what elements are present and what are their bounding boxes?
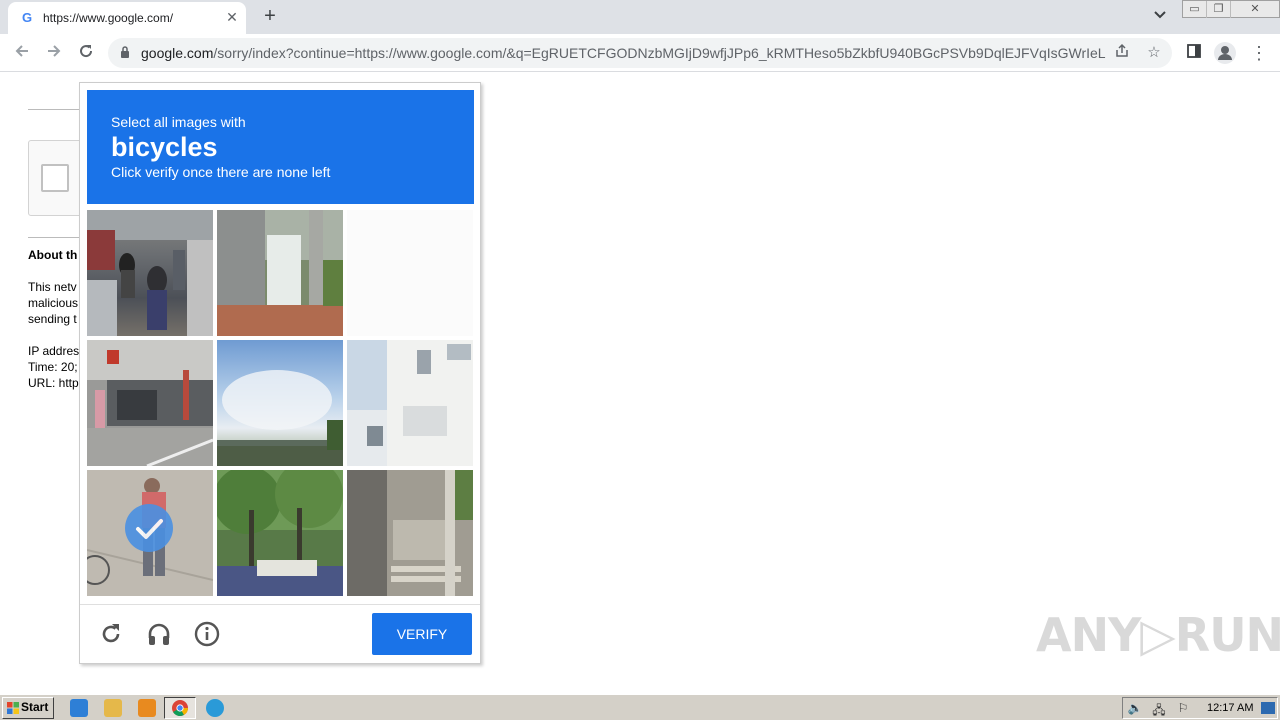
ip-address-line: IP addres <box>28 344 80 358</box>
audio-challenge-headphones-icon[interactable] <box>145 620 173 648</box>
bookmark-star-icon[interactable]: ☆ <box>1144 43 1164 63</box>
browser-tab[interactable]: G https://www.google.com/ ✕ <box>8 2 246 34</box>
recaptcha-challenge: Select all images with bicycles Click ve… <box>79 82 481 664</box>
menu-kebab-icon[interactable]: ⋮ <box>1248 42 1270 64</box>
share-icon[interactable] <box>1112 43 1132 63</box>
clock: 12:17 AM <box>1207 702 1254 714</box>
tab-strip: G https://www.google.com/ ✕ + ▭ ❐ ✕ <box>0 0 1280 34</box>
tab-close-icon[interactable]: ✕ <box>224 9 240 25</box>
recaptcha-checkbox[interactable] <box>41 164 69 192</box>
page-divider-2 <box>28 237 80 238</box>
close-window-icon[interactable]: ✕ <box>1231 1 1279 18</box>
start-button[interactable]: Start <box>2 697 54 719</box>
shop-front-tile[interactable] <box>87 340 213 466</box>
verify-button[interactable]: VERIFY <box>372 613 472 655</box>
chrome-taskbar-button[interactable] <box>164 697 196 719</box>
side-panel-icon[interactable] <box>1183 42 1205 64</box>
system-tray: 🔈 🖧 ⚐ 12:17 AM <box>1122 697 1278 719</box>
anyrun-watermark: ANY▷RUN <box>1036 608 1280 662</box>
lock-icon <box>121 46 129 58</box>
windows-logo-icon <box>7 702 19 714</box>
browser-toolbar: google.com/sorry/index?continue=https://… <box>0 34 1280 72</box>
footer-divider <box>80 604 480 605</box>
restore-icon[interactable]: ❐ <box>1207 1 1231 18</box>
window-controls: ▭ ❐ ✕ <box>1182 0 1280 18</box>
show-desktop-icon[interactable] <box>1261 702 1275 714</box>
challenge-keyword: bicycles <box>111 132 218 162</box>
explorer-folder-icon[interactable] <box>104 699 122 717</box>
about-line-3: sending t <box>28 312 77 326</box>
chrome-icon <box>172 700 188 716</box>
white-building-tile[interactable] <box>347 340 473 466</box>
selected-check-icon <box>125 504 173 552</box>
ie-icon[interactable] <box>70 699 88 717</box>
reload-icon[interactable] <box>75 42 97 64</box>
volume-icon[interactable]: 🔈 <box>1127 701 1143 715</box>
person-sidewalk-tile[interactable] <box>87 470 213 596</box>
media-player-icon[interactable] <box>138 699 156 717</box>
sky-bridge-tile[interactable] <box>217 340 343 466</box>
forward-arrow-icon[interactable] <box>43 42 65 64</box>
address-bar[interactable]: google.com/sorry/index?continue=https://… <box>108 38 1172 68</box>
page-divider <box>28 109 80 110</box>
time-line: Time: 20; <box>28 360 78 374</box>
url-line: URL: http <box>28 376 79 390</box>
stairs-pole-tile[interactable] <box>347 470 473 596</box>
challenge-sub-instruction: Click verify once there are none left <box>111 164 331 180</box>
windows-taskbar: Start 🔈 🖧 ⚐ 12:17 AM <box>0 694 1280 720</box>
tab-title: https://www.google.com/ <box>43 11 174 25</box>
edge-icon[interactable] <box>206 699 224 717</box>
url-text[interactable]: google.com/sorry/index?continue=https://… <box>141 45 1106 61</box>
url-path: /sorry/index?continue=https://www.google… <box>213 45 1106 61</box>
about-line-2: malicious <box>28 296 79 310</box>
minimize-icon[interactable]: ▭ <box>1183 1 1207 18</box>
profile-avatar-icon[interactable] <box>1214 42 1236 64</box>
about-line-1: This netv <box>28 280 77 294</box>
flag-icon[interactable]: ⚐ <box>1175 701 1191 715</box>
network-icon[interactable]: 🖧 <box>1151 701 1167 717</box>
new-tab-button[interactable]: + <box>259 5 281 27</box>
google-favicon-icon: G <box>22 10 33 25</box>
reload-challenge-icon[interactable] <box>97 620 125 648</box>
faded-blank-tile[interactable] <box>347 210 473 336</box>
back-arrow-icon[interactable] <box>11 42 33 64</box>
trees-tile[interactable] <box>217 470 343 596</box>
tab-search-chevron-icon[interactable] <box>1150 8 1170 26</box>
bus-pole-tile[interactable] <box>217 210 343 336</box>
challenge-instruction: Select all images with <box>111 114 246 130</box>
image-grid <box>87 210 474 597</box>
street-scooters-tile[interactable] <box>87 210 213 336</box>
start-label: Start <box>21 700 49 714</box>
challenge-header: Select all images with bicycles Click ve… <box>87 90 474 204</box>
about-heading: About th <box>28 248 78 262</box>
url-host: google.com <box>141 45 214 61</box>
info-icon[interactable] <box>193 620 221 648</box>
